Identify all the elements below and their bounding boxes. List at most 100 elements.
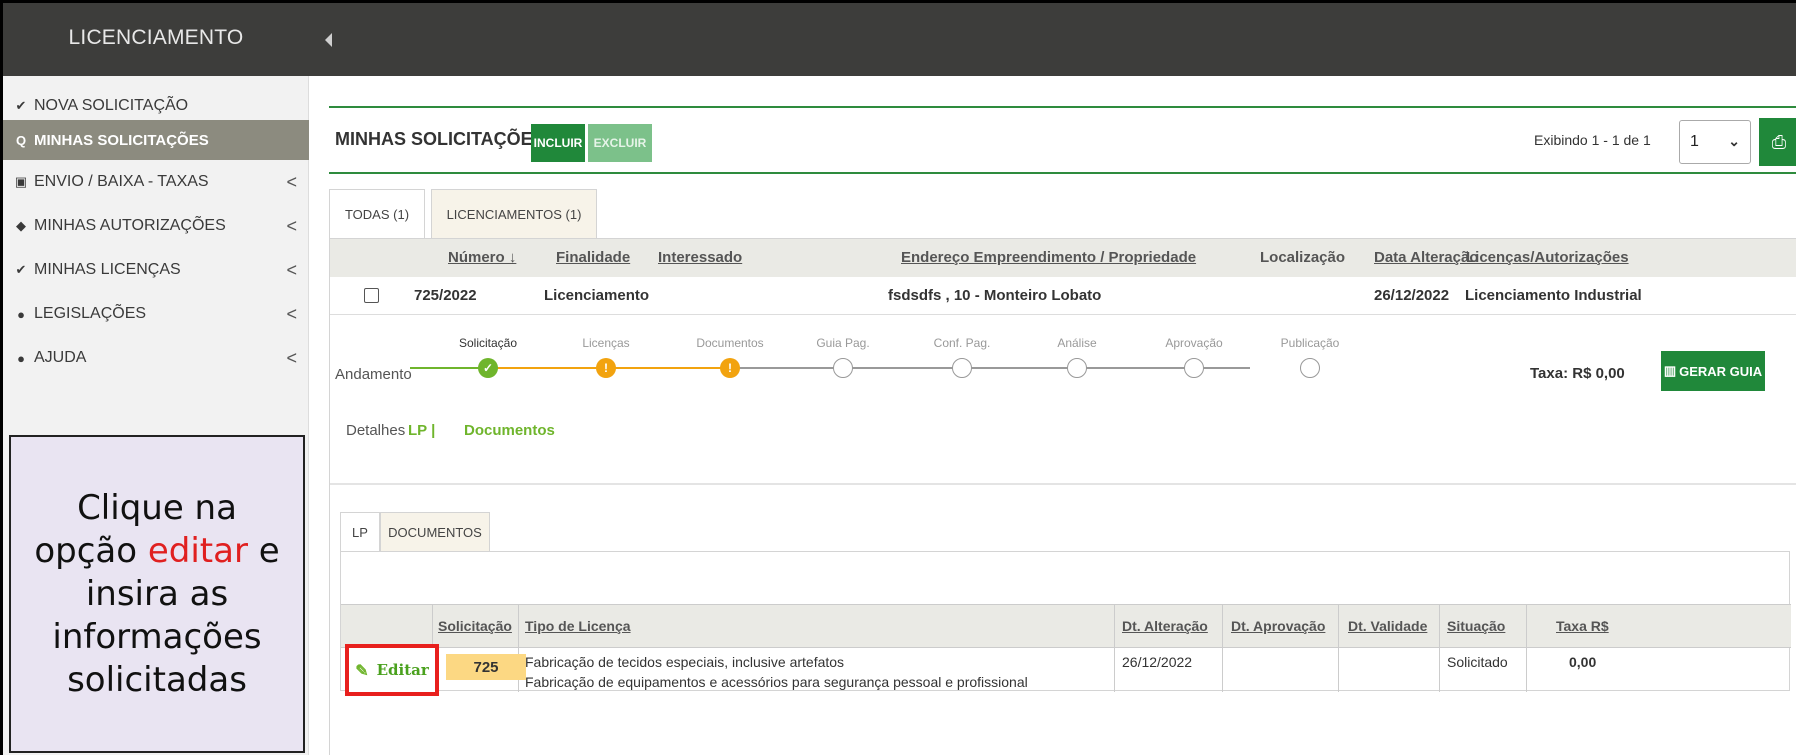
subtable-header: Solicitação Tipo de Licença Dt. Alteraçã… (341, 604, 1791, 648)
info-icon: ● (17, 350, 25, 366)
instruction-callout: Clique na opção editar e insira as infor… (9, 435, 305, 753)
sidebar-item-label: MINHAS LICENÇAS (34, 261, 181, 278)
licencas-panel: Solicitação Tipo de Licença Dt. Alteraçã… (340, 551, 1791, 696)
tab-lp[interactable]: LP (340, 512, 380, 552)
print-button[interactable]: ⎙ (1759, 118, 1796, 166)
step-label-aprovacao: Aprovação (1165, 336, 1223, 350)
step-warning-icon: ! (596, 358, 616, 378)
column-header-situacao[interactable]: Situação (1447, 618, 1505, 634)
app-frame: LICENCIAMENTO ✔ NOVA SOLICITAÇÃO Q MINHA… (0, 0, 1796, 755)
gerar-guia-label: GERAR GUIA (1679, 363, 1763, 379)
chevron-left-icon: < (286, 260, 297, 280)
column-header-licencas[interactable]: Licenças/Autorizações (1466, 249, 1629, 266)
check-icon: ✔ (15, 98, 27, 113)
solicitacoes-panel: Número ↓ Finalidade Interessado Endereço… (329, 238, 1796, 755)
pagination-info: Exibindo 1 - 1 de 1 (1534, 132, 1651, 148)
column-header-tipo-licenca[interactable]: Tipo de Licença (525, 618, 631, 634)
search-icon: Q (15, 132, 27, 148)
sidebar-item-minhas-autorizacoes[interactable]: ◆ MINHAS AUTORIZAÇÕES < (3, 204, 309, 248)
column-header-numero[interactable]: Número ↓ (448, 249, 516, 266)
callout-highlight: editar (147, 530, 248, 571)
sidebar-item-minhas-solicitacoes[interactable]: Q MINHAS SOLICITAÇÕES (3, 120, 309, 160)
column-header-data-alteracao[interactable]: Data Alteração (1374, 249, 1479, 266)
step-label-documentos: Documentos (696, 336, 764, 350)
sidebar-item-legislacoes[interactable]: ● LEGISLAÇÕES < (3, 292, 309, 336)
step-label-conf-pag: Conf. Pag. (933, 336, 991, 350)
detalhes-documentos-link[interactable]: Documentos (464, 422, 555, 439)
sidebar-item-label: LEGISLAÇÕES (34, 305, 147, 322)
print-icon: ⎙ (1771, 131, 1787, 152)
column-header-interessado[interactable]: Interessado (658, 249, 742, 266)
step-pending-icon (1300, 358, 1320, 378)
column-header-solicitacao[interactable]: Solicitação (438, 618, 512, 634)
gerar-guia-button[interactable]: ▥ GERAR GUIA (1661, 351, 1765, 391)
page-title: MINHAS SOLICITAÇÕES (335, 129, 545, 149)
collapse-sidebar-icon[interactable] (325, 33, 332, 47)
tab-todas[interactable]: TODAS (1) (329, 189, 425, 239)
step-label-publicacao: Publicação (1280, 336, 1340, 350)
chevron-down-icon: ⌄ (1728, 133, 1740, 149)
step-check-icon: ✓ (478, 358, 498, 378)
divider (330, 483, 1796, 485)
solicitacao-badge: 725 (446, 654, 526, 680)
info-icon: ● (17, 306, 25, 322)
column-header-finalidade[interactable]: Finalidade (556, 249, 630, 266)
barcode-icon: ▥ (1663, 363, 1677, 378)
sidebar-item-label: AJUDA (34, 349, 87, 366)
excluir-button[interactable]: EXCLUIR (588, 124, 652, 162)
chevron-left-icon: < (286, 304, 297, 324)
money-icon: ▣ (14, 174, 28, 189)
incluir-button[interactable]: INCLUIR (531, 124, 585, 162)
column-header-endereco[interactable]: Endereço Empreendimento / Propriedade (901, 249, 1196, 266)
top-bar: LICENCIAMENTO (3, 3, 1796, 76)
table-header: Número ↓ Finalidade Interessado Endereço… (330, 239, 1796, 277)
step-label-solicitacao: Solicitação (458, 336, 518, 350)
sidebar-item-ajuda[interactable]: ● AJUDA < (3, 336, 309, 380)
detalhes-label: Detalhes (346, 422, 406, 439)
page-select-value: 1 (1690, 133, 1699, 150)
column-header-dt-validade[interactable]: Dt. Validade (1348, 618, 1427, 634)
cell-data-alteracao: 26/12/2022 (1374, 287, 1450, 304)
chevron-left-icon: < (286, 172, 297, 192)
step-pending-icon (1067, 358, 1087, 378)
tab-documentos[interactable]: DOCUMENTOS (380, 512, 490, 552)
step-pending-icon (833, 358, 853, 378)
sidebar-item-label: MINHAS SOLICITAÇÕES (34, 131, 209, 149)
column-header-localizacao: Localização (1260, 249, 1346, 266)
sidebar-item-envio-baixa-taxas[interactable]: ▣ ENVIO / BAIXA - TAXAS < (3, 160, 309, 204)
page-header: MINHAS SOLICITAÇÕES INCLUIR EXCLUIR Exib… (329, 106, 1796, 174)
step-label-licencas: Licenças (582, 336, 630, 350)
column-header-taxa[interactable]: Taxa R$ (1556, 618, 1609, 634)
cell-licencas: Licenciamento Industrial (1465, 287, 1642, 304)
page-select[interactable]: 1 ⌄ (1679, 120, 1751, 164)
step-label-analise: Análise (1057, 336, 1097, 350)
column-header-dt-aprovacao[interactable]: Dt. Aprovação (1231, 618, 1325, 634)
sidebar-item-label: NOVA SOLICITAÇÃO (34, 97, 189, 114)
cell-tipo-licenca-1: Fabricação de tecidos especiais, inclusi… (525, 654, 845, 670)
cell-numero: 725/2022 (414, 287, 477, 304)
sidebar-item-label: ENVIO / BAIXA - TAXAS (34, 173, 209, 190)
check-icon: ✔ (15, 262, 27, 277)
table-row: ✎ Editar 725 Fabricação de tecidos espec… (341, 644, 1791, 696)
main-content: MINHAS SOLICITAÇÕES INCLUIR EXCLUIR Exib… (309, 76, 1796, 755)
cell-finalidade: Licenciamento (544, 287, 650, 304)
editar-label: Editar (376, 661, 429, 679)
cell-endereco: fsdsdfs , 10 - Monteiro Lobato (888, 287, 1102, 304)
pencil-icon: ✎ (355, 660, 369, 680)
detalhes-lp-link[interactable]: LP | (408, 422, 435, 439)
taxa-value: Taxa: R$ 0,00 (1530, 365, 1625, 382)
step-warning-icon: ! (720, 358, 740, 378)
chevron-left-icon: < (286, 348, 297, 368)
table-row[interactable]: 725/2022 Licenciamento fsdsdfs , 10 - Mo… (330, 277, 1796, 315)
sidebar-item-minhas-licencas[interactable]: ✔ MINHAS LICENÇAS < (3, 248, 309, 292)
column-header-dt-alteracao[interactable]: Dt. Alteração (1122, 618, 1208, 634)
editar-button[interactable]: ✎ Editar (345, 644, 439, 696)
step-label-guia-pag: Guia Pag. (816, 336, 870, 350)
step-pending-icon (1184, 358, 1204, 378)
cell-situacao: Solicitado (1447, 654, 1508, 670)
andamento-label: Andamento (335, 366, 412, 383)
chevron-left-icon: < (286, 216, 297, 236)
tab-licenciamentos[interactable]: LICENCIAMENTOS (1) (431, 189, 597, 239)
app-title: LICENCIAMENTO (3, 3, 309, 76)
row-checkbox[interactable] (364, 288, 379, 303)
